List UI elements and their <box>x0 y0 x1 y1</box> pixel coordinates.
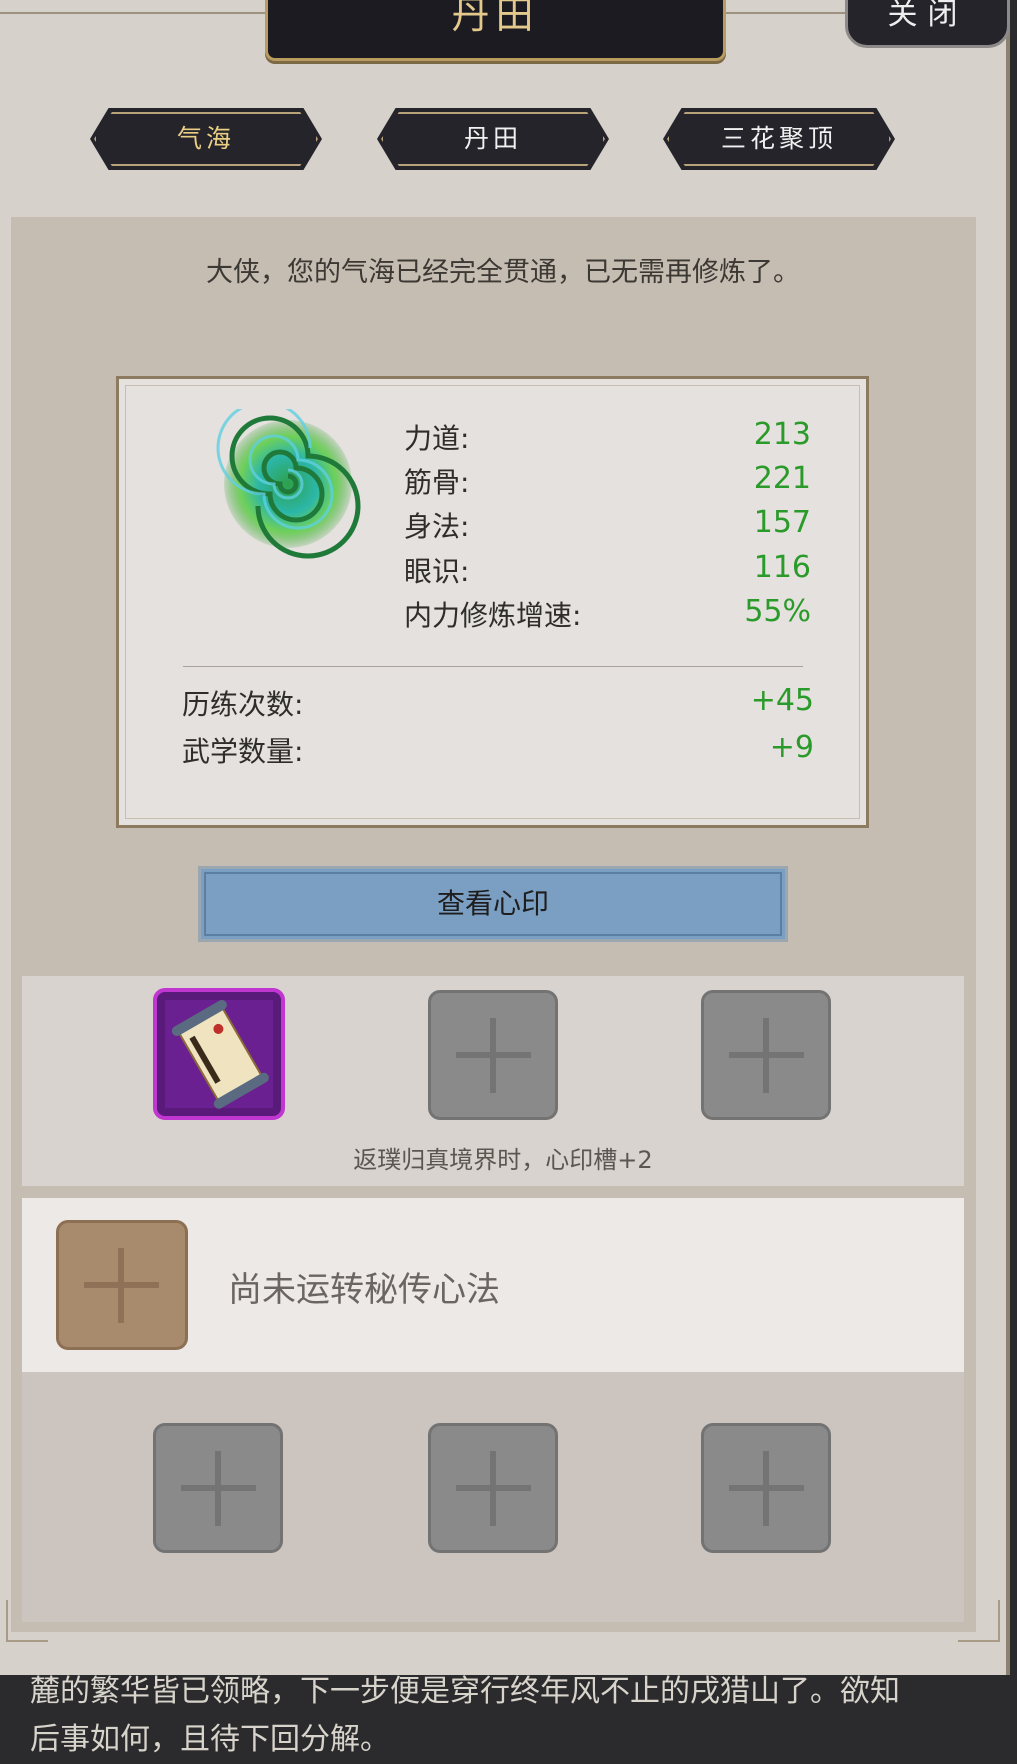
secret-method-slot[interactable] <box>56 1220 188 1350</box>
plus-icon <box>729 1052 804 1058</box>
story-line-2: 后事如何，且待下回分解。 <box>30 1722 390 1757</box>
bonus-value-martial-count: +9 <box>769 730 814 765</box>
plus-icon <box>84 1282 159 1288</box>
stat-label-insight: 眼识: <box>404 555 470 588</box>
status-message: 大侠，您的气海已经完全贯通，已无需再修炼了。 <box>206 257 800 288</box>
header-line-right <box>720 12 845 14</box>
view-heart-seal-button[interactable]: 查看心印 <box>198 866 788 942</box>
scroll-icon <box>165 999 273 1109</box>
stat-label-constitution: 筋骨: <box>404 466 470 499</box>
title-plaque: 丹田 <box>265 0 726 61</box>
heart-seal-note: 返璞归真境界时，心印槽+2 <box>353 1146 653 1174</box>
story-text: 麓的繁华皆已领略，下一步便是穿行终年风不止的戌猎山了。欲知 后事如何，且待下回分… <box>30 1668 990 1764</box>
stat-divider <box>183 666 803 667</box>
heart-seal-slot-empty[interactable] <box>428 990 558 1120</box>
bottom-slot-empty[interactable] <box>428 1423 558 1553</box>
secret-method-empty-text: 尚未运转秘传心法 <box>228 1270 500 1310</box>
qi-vortex-icon <box>216 409 361 559</box>
bonus-label-martial-count: 武学数量: <box>182 735 304 768</box>
stat-value-inner-power-speed: 55% <box>744 594 811 629</box>
stat-value-constitution: 221 <box>753 461 811 496</box>
stat-card: 力道: 213 筋骨: 221 身法: 157 眼识: 116 内力修炼增速: … <box>116 376 869 828</box>
story-line-1: 麓的繁华皆已领略，下一步便是穿行终年风不止的戌猎山了。欲知 <box>30 1674 900 1709</box>
stat-value-strength: 213 <box>753 417 811 452</box>
tab-dantian[interactable]: 丹田 <box>377 108 609 170</box>
plus-icon <box>456 1052 531 1058</box>
bottom-slot-empty[interactable] <box>153 1423 283 1553</box>
heart-seal-slot-filled[interactable] <box>153 988 285 1120</box>
plus-icon <box>181 1485 256 1491</box>
stat-label-inner-power-speed: 内力修炼增速: <box>404 599 582 632</box>
stat-label-agility: 身法: <box>404 510 470 543</box>
header-line-left <box>0 12 265 14</box>
stat-value-agility: 157 <box>753 505 811 540</box>
plus-icon <box>729 1485 804 1491</box>
stat-label-strength: 力道: <box>404 422 470 455</box>
bonus-label-training: 历练次数: <box>182 688 304 721</box>
plus-icon <box>456 1485 531 1491</box>
page-title: 丹田 <box>451 0 540 37</box>
bottom-slot-empty[interactable] <box>701 1423 831 1553</box>
heart-seal-slot-empty[interactable] <box>701 990 831 1120</box>
tab-sanhua[interactable]: 三花聚顶 <box>663 108 895 170</box>
tab-qihai[interactable]: 气海 <box>90 108 322 170</box>
close-button[interactable]: 关闭 <box>845 0 1010 48</box>
bonus-value-training: +45 <box>750 683 814 718</box>
stat-value-insight: 116 <box>753 550 811 585</box>
dantian-panel: 丹田 关闭 气海 丹田 三花聚顶 大侠，您的气海已经完全贯通，已无需再修炼了。 … <box>0 0 1010 1675</box>
